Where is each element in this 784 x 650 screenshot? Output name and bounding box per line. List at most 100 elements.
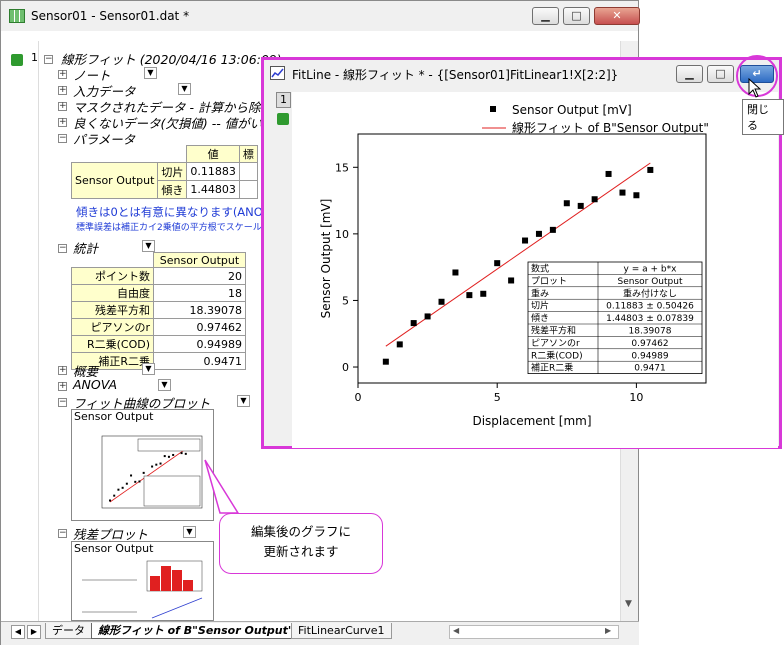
workbook-titlebar[interactable]: Sensor01 - Sensor01.dat * ▁ □ ✕ [1, 1, 640, 31]
layer-lock-icon [277, 113, 289, 125]
stats-value: 0.94989 [153, 335, 246, 353]
residual-plot-thumbnail[interactable]: Sensor Output [71, 541, 214, 621]
minimize-button[interactable]: ▁ [532, 7, 559, 25]
hscroll-left-arrow-icon[interactable]: ◀ [453, 626, 459, 635]
thumbnail-point [180, 452, 183, 455]
collapse-toggle-params[interactable]: − [58, 134, 67, 143]
fit-plot-thumbnail[interactable]: Sensor Output [71, 409, 214, 521]
thumbnail-point [184, 452, 187, 455]
fit-table-value: 1.44803 ± 0.07839 [606, 314, 694, 324]
graph-window: FitLine - 線形フィット * - {[Sensor01]FitLinea… [261, 57, 782, 449]
thumbnail-point [134, 480, 137, 483]
residual-thumbnail-label: Sensor Output [74, 542, 154, 555]
graph-window-icon [270, 66, 285, 80]
callout-line-2: 更新されます [263, 544, 339, 559]
input-dropdown-icon[interactable]: ▼ [178, 83, 191, 95]
tab-scroll-left-icon[interactable]: ◀ [11, 625, 25, 639]
thumbnail-point [125, 482, 128, 485]
thumbnail-legend [137, 438, 201, 452]
layer-indicator[interactable]: 1 [276, 92, 291, 108]
tree-node-anova[interactable]: ANOVA [73, 377, 117, 392]
stats-dropdown-icon[interactable]: ▼ [142, 240, 155, 252]
y-tick-label: 15 [335, 161, 349, 174]
thumbnail-point [117, 488, 120, 491]
thumbnail-point [121, 486, 124, 489]
callout-pointer-shape [204, 459, 240, 514]
notes-dropdown-icon[interactable]: ▼ [144, 67, 157, 79]
layer-number: 1 [280, 93, 287, 106]
tab-scroll-right-icon[interactable]: ▶ [27, 625, 41, 639]
expand-toggle-anova[interactable]: + [58, 382, 67, 391]
hscroll-right-arrow-icon[interactable]: ▶ [605, 626, 611, 635]
slope-note: 傾きは0とは有意に異なります(ANOVA表 [76, 205, 290, 219]
thumbnail-point [130, 474, 133, 477]
anova-dropdown-icon[interactable]: ▼ [158, 379, 171, 391]
sheet-index: 1 [31, 51, 38, 64]
y-tick-label: 10 [335, 228, 349, 241]
summary-dropdown-icon[interactable]: ▼ [142, 363, 155, 375]
tab-linear-fit[interactable]: 線形フィット of B"Sensor Output" [91, 623, 301, 639]
collapse-toggle-root[interactable]: − [44, 55, 53, 64]
graph-minimize-button[interactable]: ▁ [676, 65, 703, 83]
fit-table-name: 補正R二乗 [531, 362, 573, 374]
graph-window-title: FitLine - 線形フィット * - {[Sensor01]FitLinea… [292, 68, 619, 82]
stats-name: R二乗(COD) [71, 335, 154, 353]
expand-toggle-summary[interactable]: + [58, 366, 67, 375]
fit-table-value: 0.11883 ± 0.50426 [606, 302, 694, 312]
thumbnail-point [151, 465, 154, 468]
fit-table-value: 0.9471 [634, 364, 666, 374]
data-point [647, 166, 654, 173]
data-point [535, 230, 542, 237]
close-tooltip: 閉じる [742, 99, 784, 135]
tab-fit-curve-label: FitLinearCurve1 [298, 624, 385, 637]
stats-name: 自由度 [71, 284, 154, 302]
maximize-button[interactable]: □ [563, 7, 590, 25]
scroll-down-arrow-icon[interactable]: ▼ [625, 599, 632, 609]
fit-table-name: 数式 [531, 263, 549, 275]
expand-toggle-input[interactable]: + [58, 86, 67, 95]
data-point [522, 237, 529, 244]
param-value: 1.44803 [186, 180, 240, 199]
collapse-toggle-residual[interactable]: − [58, 529, 67, 538]
stats-name: ピアソンのr [71, 318, 154, 336]
hist-bar [161, 566, 171, 591]
thumbnail-point [159, 462, 162, 465]
data-point [494, 260, 501, 267]
stats-table: Sensor Output ポイント数 20 自由度 18 残差平方和 18.3907… [71, 252, 246, 370]
stats-value: 18 [153, 284, 246, 302]
param-header-err: 標 [238, 145, 258, 163]
graph-titlebar[interactable]: FitLine - 線形フィット * - {[Sensor01]FitLinea… [264, 60, 779, 88]
close-button[interactable]: ✕ [594, 7, 640, 25]
residual-dropdown-icon[interactable]: ▼ [183, 526, 196, 538]
param-name: 傾き [157, 180, 188, 199]
stats-value: 0.9471 [153, 352, 246, 370]
tab-data-label: データ [52, 624, 85, 637]
graph-maximize-button[interactable]: □ [707, 65, 734, 83]
stderr-note: 標準誤差は補正カイ2乗値の平方根でスケールされて [76, 223, 289, 233]
stats-value: 18.39078 [153, 301, 246, 319]
tab-data[interactable]: データ [45, 623, 92, 639]
fit-table-value: 18.39078 [629, 327, 672, 337]
param-table: 値 標 Sensor Output 切片 0.11883 傾き 1.44803 [70, 145, 258, 199]
thumbnail-point [138, 480, 141, 483]
collapse-toggle-stats[interactable]: − [58, 244, 67, 253]
hist-bar [183, 580, 193, 591]
y-tick-label: 0 [342, 361, 349, 374]
fitplot-dropdown-icon[interactable]: ▼ [237, 395, 250, 407]
param-value: 0.11883 [186, 162, 240, 181]
stats-header: Sensor Output [153, 252, 246, 268]
expand-toggle-bad[interactable]: + [58, 118, 67, 127]
stats-name: ポイント数 [71, 267, 154, 285]
expand-toggle-masked[interactable]: + [58, 102, 67, 111]
thumbnail-label: Sensor Output [74, 410, 154, 423]
lock-icon [11, 54, 23, 66]
data-point [438, 298, 445, 305]
hist-bar [172, 570, 182, 591]
expand-toggle-notes[interactable]: + [58, 70, 67, 79]
close-tooltip-text: 閉じる [747, 103, 769, 132]
fit-chart: 0 5 10 0 5 10 15 Displacement [mm] Sensor Output… [319, 99, 709, 428]
probability-line [151, 597, 203, 619]
horizontal-scrollbar[interactable]: ◀ ▶ [449, 625, 619, 639]
tab-fit-curve[interactable]: FitLinearCurve1 [291, 623, 392, 639]
collapse-toggle-fitplot[interactable]: − [58, 398, 67, 407]
